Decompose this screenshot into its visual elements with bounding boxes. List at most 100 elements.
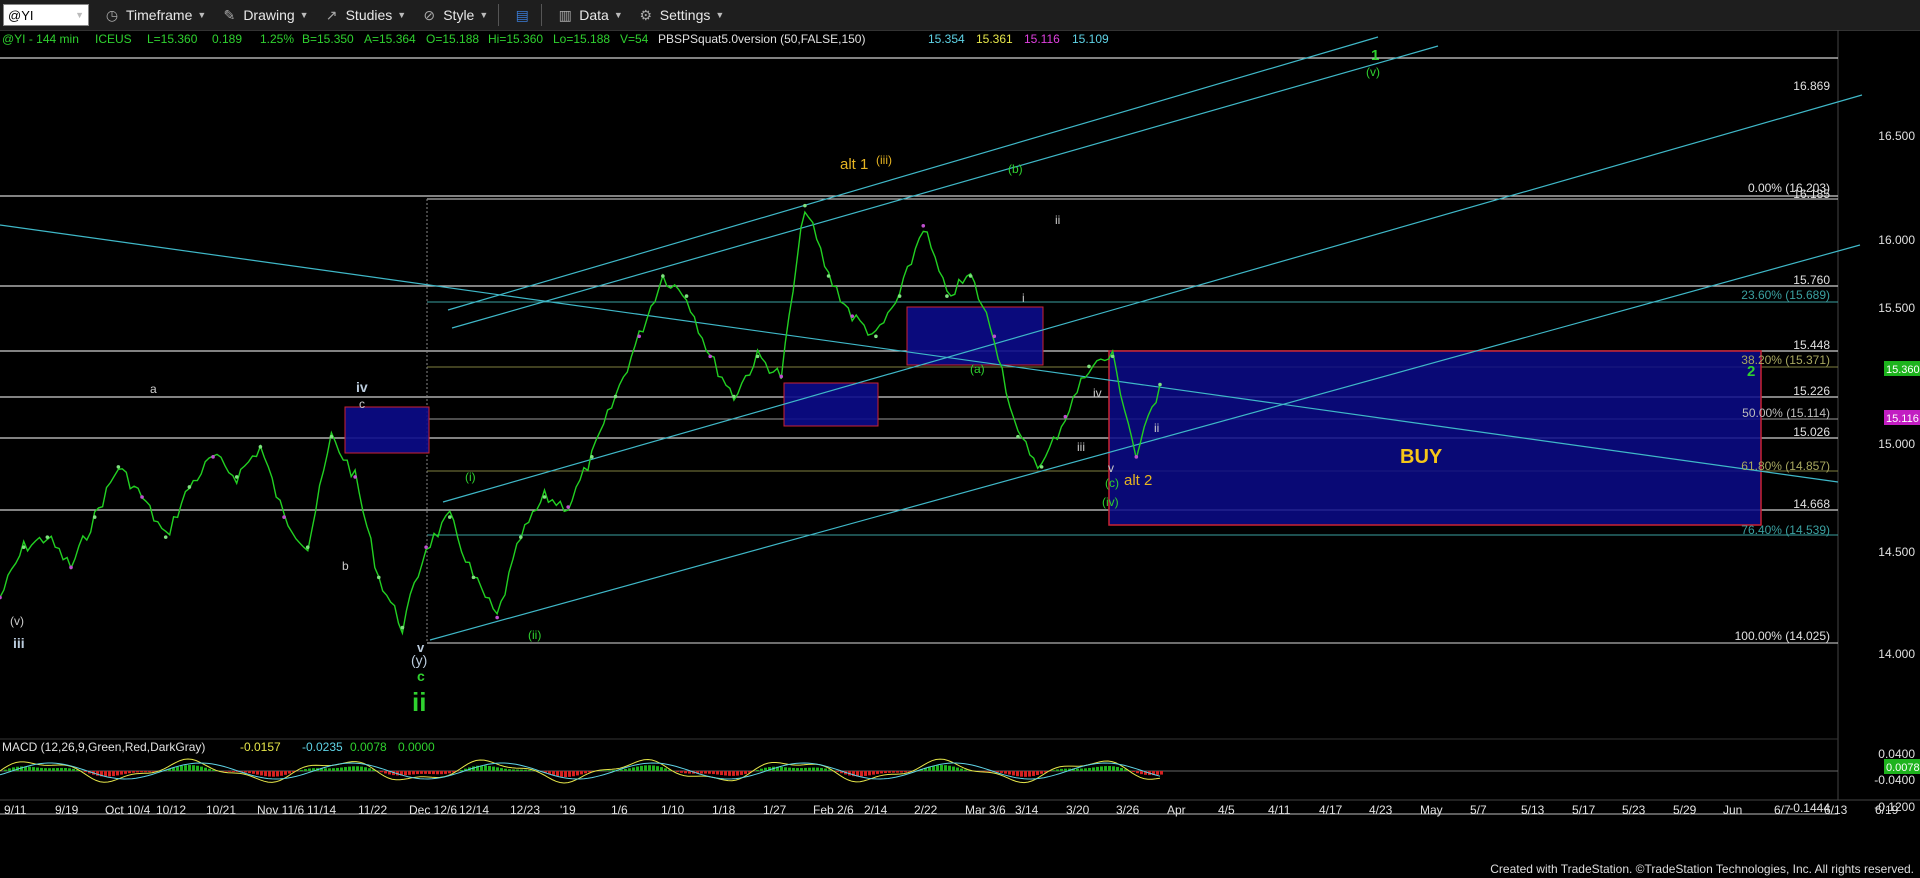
macd-bar	[944, 765, 947, 771]
price-point	[803, 203, 807, 208]
macd-bar	[624, 769, 627, 771]
macd-bar	[368, 768, 371, 771]
wave-label: ii	[412, 687, 426, 717]
macd-bar	[1140, 771, 1143, 775]
macd-bar	[740, 771, 743, 775]
wave-label: (c)	[1105, 476, 1119, 490]
macd-tick: 0.0400	[1878, 747, 1915, 761]
settings-menu[interactable]: ⚙ Settings ▼	[637, 6, 725, 24]
macd-bar	[512, 769, 515, 771]
level-label: 15.760	[1793, 273, 1830, 287]
macd-bar	[1092, 767, 1095, 771]
macd-bar	[888, 771, 891, 773]
price-tick: 15.500	[1878, 301, 1915, 315]
x-tick-label: 3/14	[1015, 803, 1039, 817]
x-tick-label: 3/20	[1066, 803, 1090, 817]
macd-bar	[808, 767, 811, 771]
chevron-down-icon: ▼	[613, 10, 623, 20]
macd-bar	[936, 765, 939, 771]
macd-bar	[504, 768, 507, 771]
macd-bar	[180, 765, 183, 771]
macd-bar	[1024, 771, 1027, 777]
x-tick-label: May	[1420, 803, 1443, 817]
macd-bar	[72, 768, 75, 771]
macd-bar	[1032, 771, 1035, 776]
price-point	[211, 455, 215, 459]
price-point	[897, 294, 902, 298]
macd-bar	[1120, 767, 1123, 771]
macd-bar	[52, 768, 55, 771]
timeframe-menu[interactable]: ◷ Timeframe ▼	[103, 6, 206, 24]
macd-bar	[632, 767, 635, 771]
price-point	[826, 274, 831, 278]
price-point	[992, 334, 997, 339]
macd-bar	[1052, 770, 1055, 771]
macd-bar	[428, 771, 431, 774]
data-menu[interactable]: ▥ Data ▼	[556, 6, 623, 24]
price-point	[1087, 364, 1091, 369]
macd-bar	[940, 765, 943, 771]
x-tick-label: '19	[560, 803, 576, 817]
macd-bar	[324, 768, 327, 771]
wave-label: (ii)	[528, 628, 541, 642]
header-study: PBSPSquat5.0version (50,FALSE,150)	[658, 32, 865, 46]
price-series	[0, 203, 1162, 636]
style-icon: ⊘	[423, 6, 436, 23]
drawing-label: Drawing	[243, 7, 295, 23]
price-point	[566, 505, 570, 509]
macd-bar	[664, 768, 667, 771]
macd-bar	[284, 771, 287, 775]
macd-bar	[648, 765, 651, 771]
price-point	[684, 294, 689, 298]
macd-bar	[824, 768, 827, 771]
fib-label: 100.00% (14.025)	[1735, 629, 1830, 643]
level-label: 14.668	[1793, 497, 1830, 511]
price-point	[234, 475, 239, 479]
price-point	[850, 314, 855, 318]
timeframe-label: Timeframe	[126, 7, 193, 23]
price-point	[424, 545, 428, 550]
macd-bar	[140, 771, 143, 773]
x-tick-label: Oct 10/4	[105, 803, 151, 817]
macd-bar	[1000, 771, 1003, 773]
macd-bar	[796, 768, 799, 771]
price-point	[779, 374, 784, 379]
macd-bar	[684, 771, 687, 774]
macd-bar	[276, 771, 279, 777]
symbol-selector[interactable]: @YI ▼	[3, 4, 89, 26]
price-point	[921, 223, 926, 228]
macd-bar	[340, 767, 343, 771]
macd-tick: -0.0400	[1874, 773, 1915, 787]
header-change: 0.189	[212, 32, 242, 46]
macd-bar	[244, 771, 247, 773]
study-price-value: 15.116	[1886, 413, 1919, 425]
macd-bar	[40, 767, 43, 771]
style-menu[interactable]: ⊘ Style ▼	[420, 6, 488, 24]
drawing-menu[interactable]: ✎ Drawing ▼	[220, 6, 308, 24]
price-point	[708, 354, 713, 359]
price-chart[interactable]: @YI - 144 min ICEUS L=15.360 0.189 1.25%…	[0, 30, 1920, 860]
price-point	[637, 334, 641, 339]
price-point	[400, 625, 405, 630]
header-volume: V=54	[620, 32, 649, 46]
macd-bar	[344, 767, 347, 771]
macd-bar	[380, 771, 383, 773]
macd-bar	[520, 769, 523, 771]
studies-menu[interactable]: ↗ Studies ▼	[323, 6, 407, 24]
price-point	[1134, 455, 1139, 459]
trend-line	[447, 36, 1379, 311]
x-tick-label: 5/17	[1572, 803, 1596, 817]
macd-bar	[608, 770, 611, 771]
layout-button[interactable]: ▤	[513, 6, 531, 24]
wave-label: iv	[356, 379, 368, 395]
macd-bar	[124, 771, 127, 774]
wave-label: (iv)	[1102, 495, 1119, 509]
macd-bar	[192, 765, 195, 771]
price-point	[613, 394, 618, 399]
chevron-down-icon: ▼	[715, 10, 725, 20]
macd-bar	[1056, 769, 1059, 771]
macd-bar	[816, 767, 819, 771]
macd-bar	[704, 771, 707, 774]
divider	[498, 4, 500, 26]
macd-bar	[1060, 768, 1063, 771]
